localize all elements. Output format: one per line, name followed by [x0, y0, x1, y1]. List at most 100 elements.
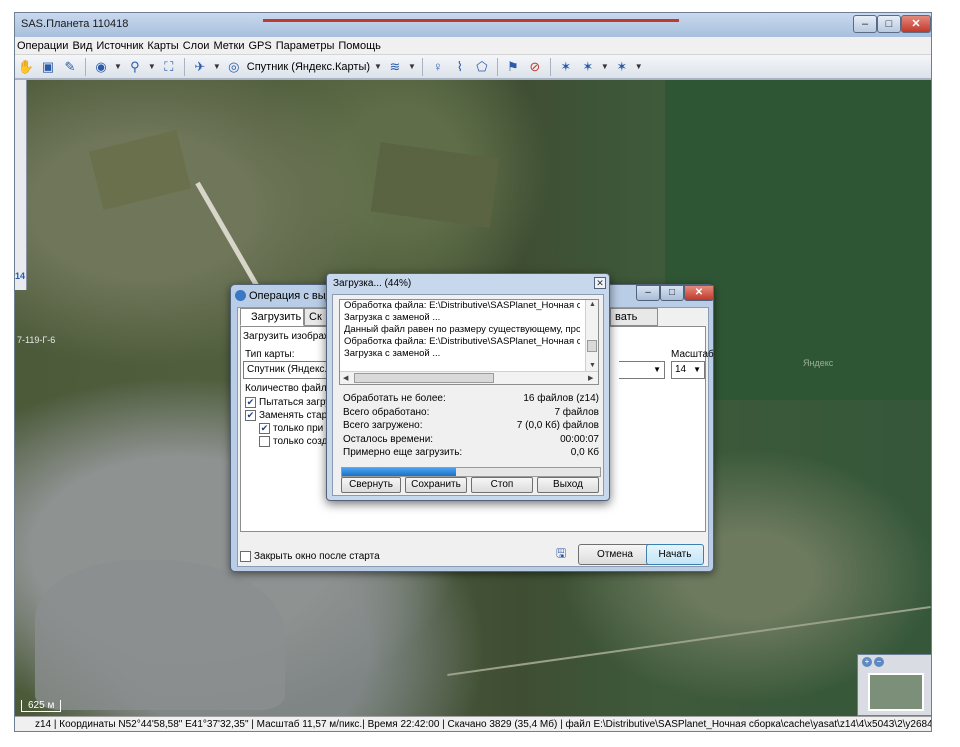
vertical-scrollbar[interactable]: ▲ ▼	[585, 300, 598, 372]
chevron-down-icon: ▼	[693, 365, 701, 374]
start-button[interactable]: Начать	[646, 544, 704, 565]
menu-view[interactable]: Вид	[72, 40, 96, 52]
gps-track-icon[interactable]: ✶	[579, 58, 597, 76]
scale-bar: 625 м	[21, 700, 62, 712]
taskbar-progress-strip	[263, 19, 679, 22]
ruler-icon[interactable]: ✎	[61, 58, 79, 76]
placemark-icon[interactable]: ♀	[429, 58, 447, 76]
chevron-down-icon[interactable]: ▼	[114, 62, 122, 71]
chevron-down-icon: ▼	[653, 365, 661, 374]
log-line: Обработка файла: E:\Distributive\SASPlan…	[344, 300, 580, 311]
layers-icon[interactable]: ≋	[386, 58, 404, 76]
log-line: Загрузка с заменой ...	[344, 312, 441, 323]
menu-operations[interactable]: Операции	[17, 40, 72, 52]
tab-stitch[interactable]: Ск	[304, 308, 328, 326]
chevron-down-icon[interactable]: ▼	[213, 62, 221, 71]
polygon-icon[interactable]: ⬠	[473, 58, 491, 76]
gps-icon[interactable]: ✶	[557, 58, 575, 76]
map-type-select[interactable]: Спутник (Яндекс.Карт	[243, 361, 333, 379]
stat-value: 0,0 Кб	[570, 447, 599, 458]
minimap-zoom-out-icon[interactable]: −	[874, 657, 884, 667]
stat-label: Всего обработано:	[343, 407, 430, 418]
stat-label: Осталось времени:	[343, 434, 434, 445]
scrollbar-thumb[interactable]	[354, 373, 494, 383]
checkbox-only-created[interactable]	[259, 436, 270, 447]
stat-value: 7 (0,0 Кб) файлов	[516, 420, 599, 431]
map-type-label: Тип карты:	[245, 349, 295, 360]
scroll-down-icon[interactable]: ▼	[589, 362, 596, 369]
scroll-up-icon[interactable]: ▲	[589, 301, 596, 308]
menu-settings[interactable]: Параметры	[276, 40, 339, 52]
maximize-button[interactable]: □	[877, 15, 901, 33]
path-icon[interactable]: ⌇	[451, 58, 469, 76]
close-button[interactable]: ✕	[594, 277, 606, 289]
cancel-button[interactable]: Отмена	[578, 544, 652, 565]
fullscreen-icon[interactable]: ⛶	[160, 58, 178, 76]
toolbar-separator	[183, 57, 185, 76]
hand-icon[interactable]: ✋	[17, 58, 35, 76]
zoom-icon[interactable]: ⚲	[126, 58, 144, 76]
status-bar: z14 | Координаты N52°44'58,58" E41°37'32…	[15, 716, 931, 731]
stat-value: 7 файлов	[554, 407, 599, 418]
chevron-down-icon[interactable]: ▼	[148, 62, 156, 71]
toolbar: ✋ ▣ ✎ ◉ ▼ ⚲ ▼ ⛶ ✈ ▼ ◎ Спутник (Яндекс.Карты…	[15, 55, 931, 79]
map-source-label[interactable]: Спутник (Яндекс.Карты)	[247, 61, 370, 73]
download-dialog: Загрузка... (44%) ✕ Обработка файла: E:\…	[326, 273, 610, 501]
chevron-down-icon[interactable]: ▼	[635, 62, 643, 71]
scroll-right-icon[interactable]: ▶	[588, 374, 593, 382]
delete-marks-icon[interactable]: ⊘	[526, 58, 544, 76]
menu-marks[interactable]: Метки	[213, 40, 248, 52]
scrollbar-thumb[interactable]	[587, 340, 597, 352]
maximize-button[interactable]: □	[660, 285, 684, 301]
minimize-button[interactable]: –	[853, 15, 877, 33]
save-session-button[interactable]: Сохранить	[405, 477, 467, 493]
stat-value: 00:00:07	[560, 434, 599, 445]
scroll-left-icon[interactable]: ◀	[343, 374, 348, 382]
menu-maps[interactable]: Карты	[147, 40, 182, 52]
close-button[interactable]: ✕	[901, 15, 931, 33]
checkbox-only-if-different[interactable]: ✔	[259, 423, 270, 434]
dialog-title: Загрузка... (44%)	[333, 278, 412, 289]
checkbox-try-download[interactable]: ✔	[245, 397, 256, 408]
stop-button[interactable]: Стоп	[471, 477, 533, 493]
satellite-icon[interactable]: ✈	[191, 58, 209, 76]
stat-label: Всего загружено:	[343, 420, 423, 431]
checkbox-close-after-start[interactable]	[240, 551, 251, 562]
save-icon[interactable]: 🖫	[556, 544, 566, 565]
horizontal-scrollbar[interactable]: ◀ ▶	[340, 371, 598, 384]
marks-icon[interactable]: ⚑	[504, 58, 522, 76]
chevron-down-icon[interactable]: ▼	[408, 62, 416, 71]
menu-help[interactable]: Помощь	[338, 40, 385, 52]
zoom-value: 14	[675, 364, 687, 375]
minimize-to-tray-button[interactable]: Свернуть	[341, 477, 401, 493]
zoom-ruler[interactable]	[15, 80, 27, 290]
tab-download[interactable]: Загрузить	[240, 308, 304, 326]
minimap[interactable]: + −	[857, 654, 931, 716]
map-city-area	[35, 560, 285, 710]
map-type-select-dropdown[interactable]: ▼	[619, 361, 665, 379]
gps-settings-icon[interactable]: ✶	[613, 58, 631, 76]
zoom-select[interactable]: 14 ▼	[671, 361, 705, 379]
toolbar-separator	[421, 57, 423, 76]
chevron-down-icon[interactable]: ▼	[374, 62, 382, 71]
map-source-icon[interactable]: ◎	[225, 58, 243, 76]
close-button[interactable]: ✕	[684, 285, 714, 301]
window-title: SAS.Планета 110418	[21, 18, 129, 30]
log-line: Загрузка с заменой ...	[344, 348, 441, 359]
stat-row: Всего обработано: 7 файлов	[343, 407, 599, 420]
menu-gps[interactable]: GPS	[249, 40, 276, 52]
globe-icon[interactable]: ◉	[92, 58, 110, 76]
exit-button[interactable]: Выход	[537, 477, 599, 493]
stat-label: Примерно еще загрузить:	[343, 447, 463, 458]
stat-row: Всего загружено: 7 (0,0 Кб) файлов	[343, 420, 599, 433]
minimap-zoom-in-icon[interactable]: +	[862, 657, 872, 667]
chevron-down-icon[interactable]: ▼	[601, 62, 609, 71]
tab-export[interactable]: вать	[610, 308, 658, 326]
menu-source[interactable]: Источник	[96, 40, 147, 52]
minimize-button[interactable]: –	[636, 285, 660, 301]
download-log[interactable]: Обработка файла: E:\Distributive\SASPlan…	[339, 299, 599, 385]
select-rect-icon[interactable]: ▣	[39, 58, 57, 76]
checkbox-replace-old[interactable]: ✔	[245, 410, 256, 421]
minimap-viewport[interactable]	[868, 673, 924, 711]
menu-layers[interactable]: Слои	[183, 40, 214, 52]
